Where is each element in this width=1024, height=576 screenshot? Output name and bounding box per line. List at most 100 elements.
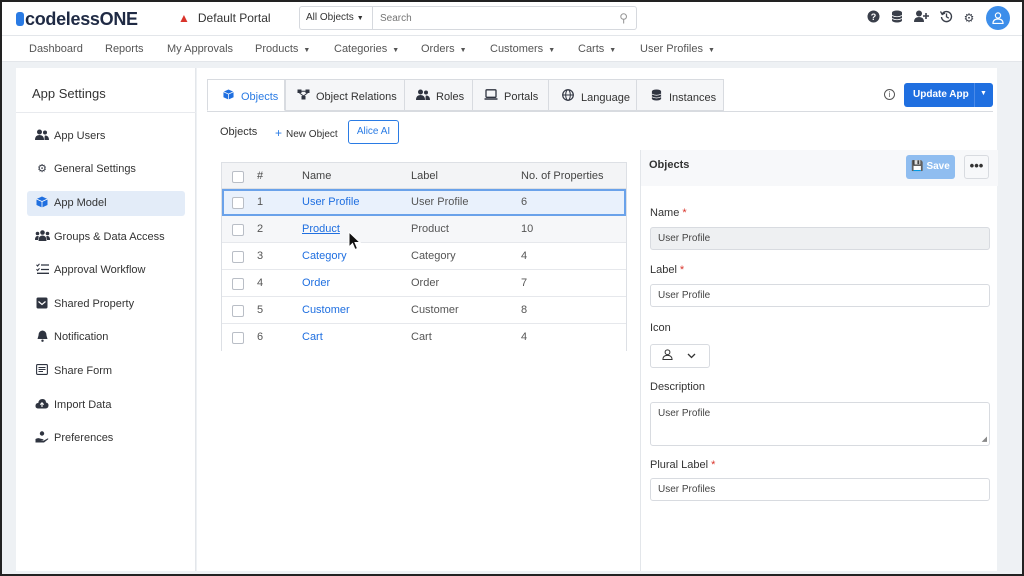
row-checkbox[interactable] <box>232 251 244 263</box>
select-all-checkbox[interactable] <box>232 171 244 183</box>
row-label: Cart <box>411 331 432 343</box>
plural-label-field[interactable]: User Profiles <box>650 478 990 501</box>
add-user-icon[interactable] <box>913 10 929 26</box>
group-icon <box>35 230 50 244</box>
nav-label: Categories <box>334 43 388 55</box>
chevron-down-icon: ▼ <box>707 47 715 54</box>
sidebar-item-label: Notification <box>54 331 109 343</box>
tab-instances[interactable]: Instances <box>636 79 724 111</box>
column-header-label[interactable]: Label <box>411 170 438 182</box>
sidebar-item-app-model[interactable]: App Model <box>27 191 185 216</box>
plus-icon: + <box>275 126 283 140</box>
save-button[interactable]: 💾 Save <box>906 155 955 179</box>
database-icon <box>649 89 663 104</box>
nav-my-approvals[interactable]: My Approvals <box>167 43 233 55</box>
sidebar-item-label: App Users <box>54 130 106 142</box>
chevron-down-icon: ▼ <box>303 47 311 54</box>
chevron-down-icon[interactable]: ▼ <box>980 90 987 97</box>
tab-object-relations[interactable]: Object Relations <box>285 79 405 111</box>
icon-picker[interactable] <box>650 344 710 368</box>
chevron-down-icon <box>687 351 696 361</box>
more-options-button[interactable]: ••• <box>964 155 989 179</box>
table-row[interactable]: 2 Product Product 10 <box>222 216 626 243</box>
nav-carts[interactable]: Carts ▼ <box>578 43 616 55</box>
resize-handle-icon[interactable]: ◢ <box>982 435 987 443</box>
tab-portals[interactable]: Portals <box>472 79 549 111</box>
row-name-link[interactable]: Cart <box>302 331 323 343</box>
row-checkbox[interactable] <box>232 224 244 236</box>
name-field[interactable]: User Profile <box>650 227 990 250</box>
row-checkbox[interactable] <box>232 197 244 209</box>
info-icon[interactable]: i <box>884 89 895 100</box>
column-header-name[interactable]: Name <box>302 170 331 182</box>
label-field[interactable]: User Profile <box>650 284 990 307</box>
nav-dashboard[interactable]: Dashboard <box>29 43 83 55</box>
portal-selector[interactable]: ▲ Default Portal <box>178 11 271 25</box>
row-name-link[interactable]: Product <box>302 223 340 235</box>
nav-user-profiles[interactable]: User Profiles ▼ <box>640 43 715 55</box>
settings-gear-icon[interactable]: ⚙ <box>961 10 977 26</box>
bell-icon <box>35 330 49 345</box>
row-name-link[interactable]: Order <box>302 277 330 289</box>
column-header-number[interactable]: # <box>257 170 263 182</box>
sidebar-item-shared-property[interactable]: Shared Property <box>27 292 185 317</box>
nav-label: Dashboard <box>29 43 83 55</box>
sidebar-item-share-form[interactable]: Share Form <box>27 359 185 384</box>
row-label: User Profile <box>411 196 469 208</box>
description-field[interactable]: User Profile ◢ <box>650 402 990 446</box>
sidebar-item-approval-workflow[interactable]: Approval Workflow <box>27 258 185 283</box>
row-checkbox[interactable] <box>232 305 244 317</box>
cube-icon <box>35 196 49 211</box>
table-row[interactable]: 4 Order Order 7 <box>222 270 626 297</box>
row-name-link[interactable]: Category <box>302 250 347 262</box>
chevron-down-icon: ▼ <box>459 47 467 54</box>
table-row[interactable]: 3 Category Category 4 <box>222 243 626 270</box>
tab-language[interactable]: Language <box>548 79 637 111</box>
column-header-properties[interactable]: No. of Properties <box>521 170 604 182</box>
nav-label: Orders <box>421 43 455 55</box>
nav-orders[interactable]: Orders ▼ <box>421 43 467 55</box>
sidebar-item-general-settings[interactable]: ⚙ General Settings <box>27 157 185 182</box>
sidebar-item-notification[interactable]: Notification <box>27 325 185 350</box>
gear-icon: ⚙ <box>37 163 47 175</box>
nav-label: Carts <box>578 43 605 55</box>
search-scope-dropdown[interactable]: All Objects ▼ <box>300 7 373 29</box>
alice-ai-button[interactable]: Alice AI <box>348 120 399 144</box>
user-icon <box>662 349 673 363</box>
nav-products[interactable]: Products ▼ <box>255 43 310 55</box>
table-row[interactable]: 5 Customer Customer 8 <box>222 297 626 324</box>
sidebar-item-groups-data-access[interactable]: Groups & Data Access <box>27 225 185 250</box>
floppy-icon: 💾 <box>911 161 924 172</box>
sidebar-item-app-users[interactable]: App Users <box>27 124 185 149</box>
search-scope-label: All Objects <box>306 12 354 23</box>
sidebar-item-import-data[interactable]: Import Data <box>27 393 185 418</box>
nav-categories[interactable]: Categories ▼ <box>334 43 399 55</box>
tab-label: Instances <box>669 92 717 104</box>
new-object-button[interactable]: + New Object <box>275 126 338 140</box>
history-icon[interactable] <box>938 10 954 26</box>
nav-reports[interactable]: Reports <box>105 43 144 55</box>
nav-customers[interactable]: Customers ▼ <box>490 43 555 55</box>
row-properties-count: 4 <box>521 331 528 343</box>
row-checkbox[interactable] <box>232 332 244 344</box>
table-row[interactable]: 6 Cart Cart 4 <box>222 324 626 351</box>
cloud-upload-icon <box>35 398 49 412</box>
save-label: Save <box>926 161 950 172</box>
tab-roles[interactable]: Roles <box>404 79 473 111</box>
app-logo[interactable]: codelessONE <box>16 9 138 30</box>
sidebar-item-preferences[interactable]: Preferences <box>27 426 185 451</box>
row-name-link[interactable]: Customer <box>302 304 350 316</box>
object-details-panel: Objects 💾 Save ••• Name * User Profile La… <box>640 150 998 571</box>
svg-text:?: ? <box>870 12 876 22</box>
tab-objects[interactable]: Objects <box>207 79 285 111</box>
help-icon[interactable]: ? <box>865 10 881 26</box>
table-row[interactable]: 1 User Profile User Profile 6 <box>222 189 626 216</box>
search-input[interactable] <box>374 7 609 29</box>
update-app-button[interactable]: Update App ▼ <box>904 83 993 107</box>
database-icon[interactable] <box>889 10 905 26</box>
user-avatar[interactable] <box>986 6 1010 30</box>
users-icon <box>416 89 430 103</box>
search-icon[interactable]: ⚲ <box>619 11 628 25</box>
row-name-link[interactable]: User Profile <box>302 196 359 208</box>
row-checkbox[interactable] <box>232 278 244 290</box>
